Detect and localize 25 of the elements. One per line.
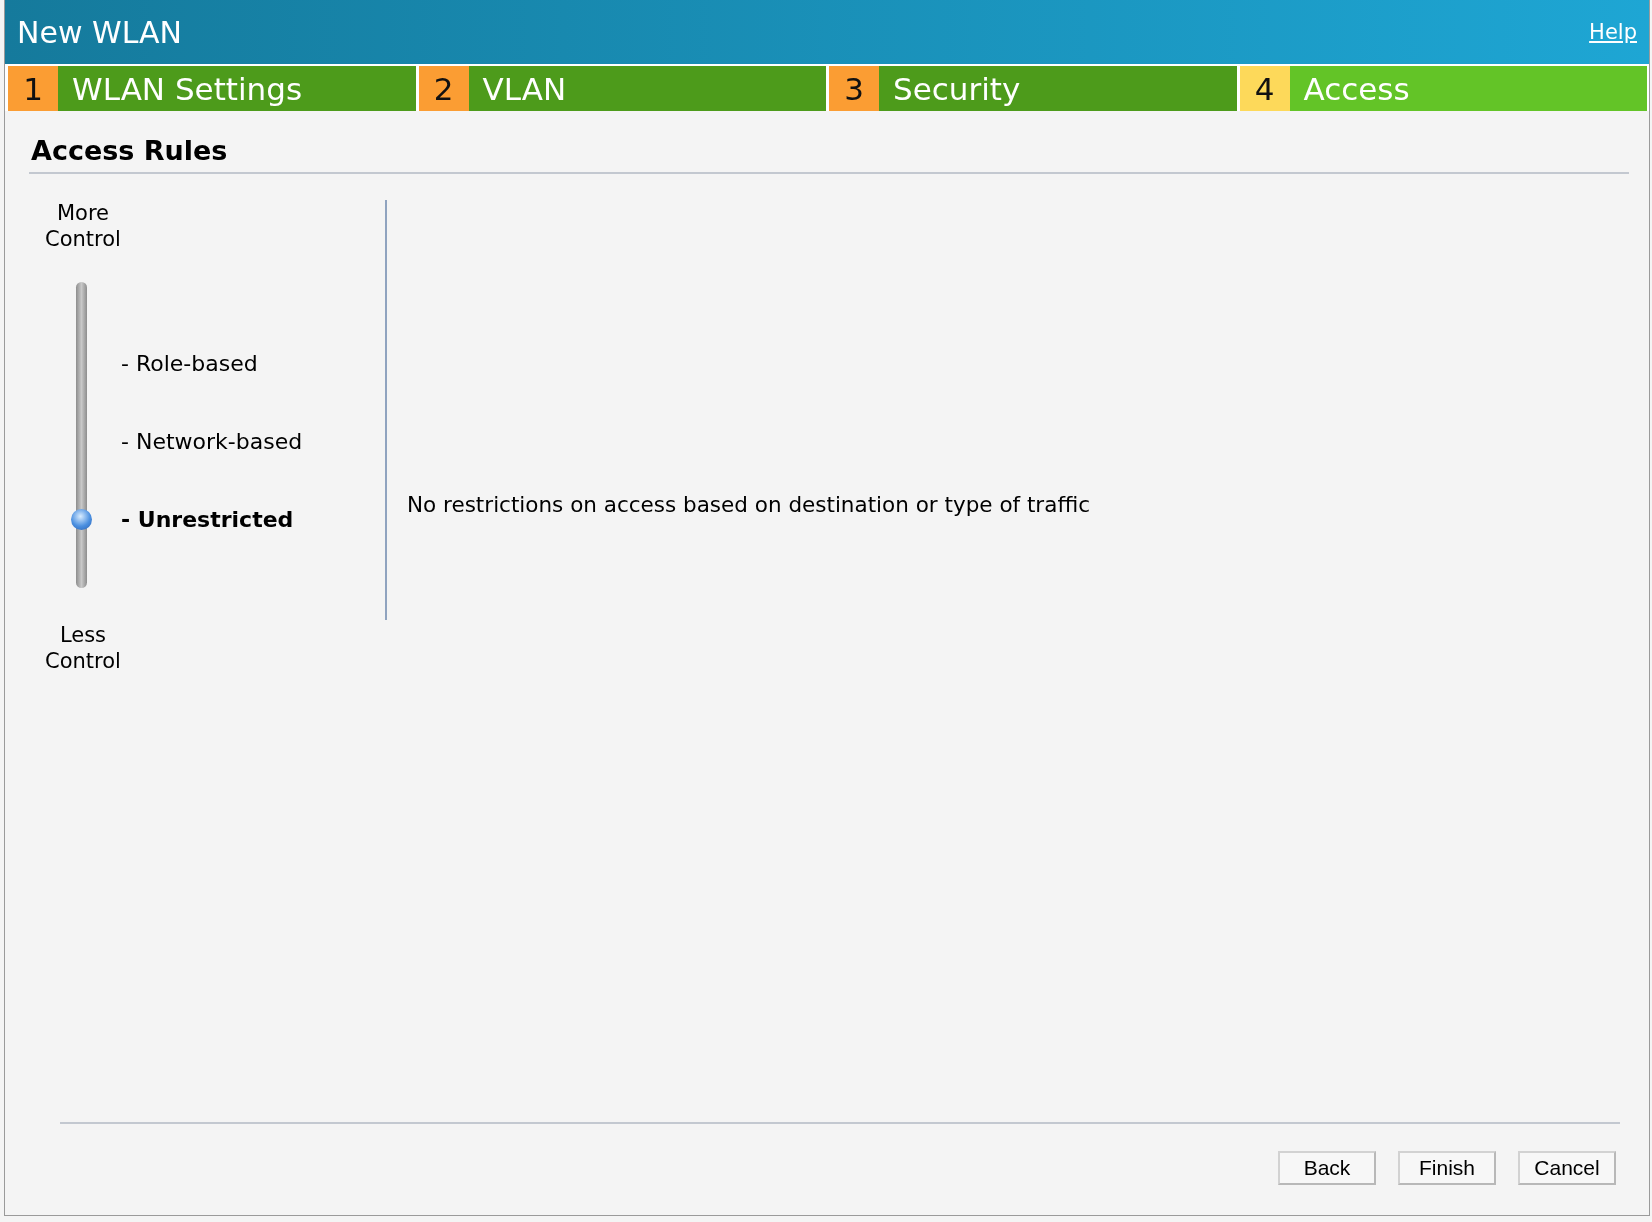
description-text: No restrictions on access based on destination or type of traffic — [407, 492, 1090, 517]
wizard-step-tab[interactable]: 4 Access — [1239, 66, 1647, 111]
step-label: Security — [893, 70, 1021, 107]
finish-button[interactable]: Finish — [1398, 1151, 1496, 1185]
wizard-step-tab[interactable]: 1 WLAN Settings — [8, 66, 416, 111]
slider-track[interactable] — [76, 282, 87, 588]
slider-option[interactable]: - Unrestricted — [121, 506, 294, 532]
step-label: Access — [1303, 70, 1410, 107]
step-number: 4 — [1239, 66, 1290, 111]
step-number: 2 — [418, 66, 469, 111]
cancel-button[interactable]: Cancel — [1518, 1151, 1616, 1185]
window-title: New WLAN — [17, 14, 182, 50]
section-title: Access Rules — [31, 135, 229, 166]
step-label: WLAN Settings — [72, 70, 303, 107]
slider-bottom-label: Less Control — [44, 622, 122, 674]
slider-thumb[interactable] — [71, 508, 92, 530]
slider-option[interactable]: - Network-based — [121, 428, 303, 454]
wizard-step-tab[interactable]: 3 Security — [829, 66, 1237, 111]
step-number: 3 — [829, 66, 879, 111]
step-number: 1 — [8, 66, 58, 111]
back-button[interactable]: Back — [1278, 1151, 1376, 1185]
slider-top-label: More Control — [44, 200, 122, 252]
slider-option[interactable]: - Role-based — [121, 350, 258, 376]
step-label: VLAN — [482, 70, 567, 107]
wizard-step-tab[interactable]: 2 VLAN — [418, 66, 826, 111]
